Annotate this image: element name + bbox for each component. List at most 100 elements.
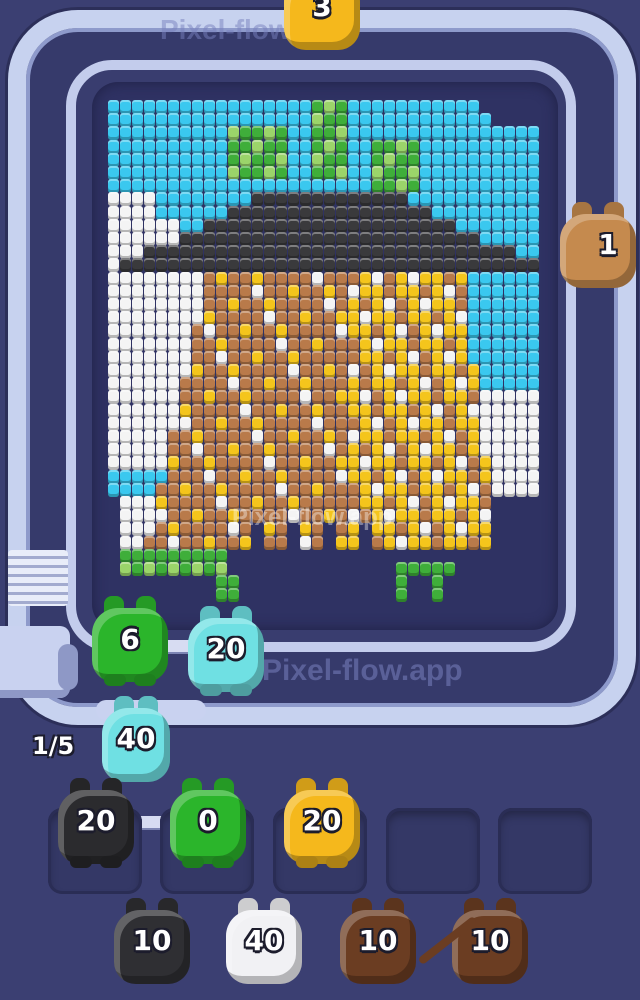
pixel-block [312, 232, 323, 246]
pixel-block [288, 364, 299, 378]
pixel-block [468, 218, 479, 233]
pixel-block [216, 562, 227, 576]
pixel-block [120, 152, 131, 167]
pixel-block [156, 192, 167, 207]
pixel-block [420, 324, 431, 339]
pixel-block [456, 443, 467, 458]
pig-foot [212, 856, 234, 868]
pixel-block [144, 100, 155, 114]
pixel-block [156, 152, 167, 167]
pixel-block [276, 416, 287, 431]
holding-slot-4[interactable] [386, 808, 480, 894]
pixel-block [432, 126, 443, 141]
pixel-block [144, 522, 155, 537]
pixel-block [432, 245, 443, 260]
pixel-block [276, 100, 287, 114]
pig-queue-3[interactable]: 10 [336, 896, 420, 988]
pixel-block [336, 205, 347, 220]
pixel-block [228, 443, 239, 458]
pixel-block [240, 482, 251, 497]
pixel-block [384, 311, 395, 326]
pixel-block [384, 258, 395, 273]
pixel-block [108, 100, 119, 114]
pixel-block [372, 298, 383, 312]
pixel-block [204, 562, 215, 576]
pixel-block [528, 337, 539, 352]
pixel-block [264, 218, 275, 233]
pixel-block [408, 324, 419, 339]
pixel-block [288, 298, 299, 312]
pixel-block [384, 416, 395, 431]
pixel-block [468, 245, 479, 260]
pixel-block [264, 284, 275, 299]
pixel-block [492, 192, 503, 207]
pixel-block [372, 337, 383, 352]
pig-right-track[interactable]: 1 [556, 200, 640, 292]
pixel-block [276, 443, 287, 458]
pig-count: 40 [244, 924, 284, 957]
pixel-block [408, 562, 419, 576]
pig-top-track[interactable]: 3 [280, 0, 364, 54]
pixel-block [456, 232, 467, 246]
pixel-block [336, 416, 347, 431]
pixel-block [456, 179, 467, 194]
pixel-block [288, 430, 299, 444]
pig-slot-2[interactable]: 0 [166, 776, 250, 868]
pixel-block [444, 416, 455, 431]
holding-slot-5[interactable] [498, 808, 592, 894]
pig-queue-4[interactable]: 10 [448, 896, 532, 988]
pixel-block [384, 126, 395, 141]
pig-count: 20 [302, 804, 342, 837]
pixel-block [168, 562, 179, 576]
pixel-block [156, 482, 167, 497]
pixel-block [372, 469, 383, 484]
pixel-block [216, 139, 227, 154]
pixel-block [336, 258, 347, 273]
pig-conveyor-cyan-linked[interactable]: 20 [184, 604, 268, 696]
pixel-block [300, 416, 311, 431]
pixel-block [348, 456, 359, 471]
pig-slot-1[interactable]: 20 [54, 776, 138, 868]
pixel-block [132, 284, 143, 299]
pixel-block [528, 311, 539, 326]
pig-slot-3[interactable]: 20 [280, 776, 364, 868]
pixel-block [288, 152, 299, 167]
pixel-block [384, 430, 395, 444]
pixel-block [444, 179, 455, 194]
pixel-block [372, 482, 383, 497]
pixel-block [192, 482, 203, 497]
pixel-block [216, 416, 227, 431]
pig-queue-1[interactable]: 10 [110, 896, 194, 988]
pixel-block [120, 218, 131, 233]
pig-queue-2[interactable]: 40 [222, 896, 306, 988]
pixel-block [300, 456, 311, 471]
pixel-block [312, 192, 323, 207]
pixel-block [204, 166, 215, 180]
pixel-block [384, 139, 395, 154]
pixel-block [516, 430, 527, 444]
pixel-block [252, 139, 263, 154]
pixel-block [408, 311, 419, 326]
pixel-block [360, 179, 371, 194]
pig-conveyor-cyan-queue[interactable]: 40 [98, 694, 174, 786]
pig-foot [134, 674, 156, 686]
pixel-block [420, 205, 431, 220]
pixel-block [336, 430, 347, 444]
pixel-block [192, 284, 203, 299]
pixel-block [348, 482, 359, 497]
pixel-block [276, 271, 287, 286]
pixel-block [432, 482, 443, 497]
pixel-block [504, 205, 515, 220]
pixel-block [204, 232, 215, 246]
pig-conveyor-green[interactable]: 9 [88, 594, 172, 686]
pixel-block [228, 232, 239, 246]
pixel-block [444, 456, 455, 471]
pixel-block [168, 522, 179, 537]
pixel-block [528, 350, 539, 365]
pixel-block [312, 443, 323, 458]
pixel-block [300, 271, 311, 286]
pixel-block [492, 377, 503, 392]
pixel-block [348, 166, 359, 180]
pixel-block [504, 416, 515, 431]
pixel-block [288, 205, 299, 220]
